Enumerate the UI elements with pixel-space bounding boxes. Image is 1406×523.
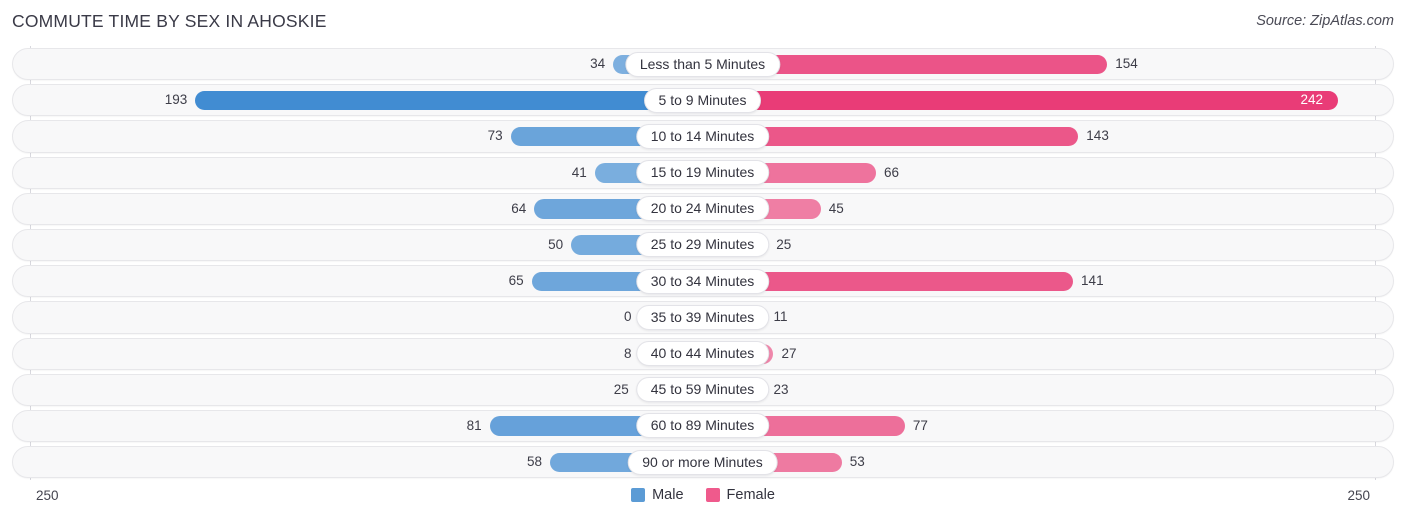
bar-wrapper: 81 77 60 to 89 Minutes bbox=[30, 408, 1375, 444]
bar-wrapper: 64 45 20 to 24 Minutes bbox=[30, 191, 1375, 227]
legend: Male Female bbox=[0, 487, 1406, 503]
chart-row[interactable]: 50 25 25 to 29 Minutes bbox=[0, 227, 1406, 263]
page-title: COMMUTE TIME BY SEX IN AHOSKIE bbox=[12, 11, 327, 31]
chart-row[interactable]: 193 242 5 to 9 Minutes bbox=[0, 82, 1406, 118]
chart-header: COMMUTE TIME BY SEX IN AHOSKIE Source: Z… bbox=[0, 0, 1406, 46]
legend-item-female[interactable]: Female bbox=[705, 487, 775, 503]
legend-label-female: Female bbox=[726, 487, 775, 503]
category-label[interactable]: 25 to 29 Minutes bbox=[635, 232, 770, 258]
category-label[interactable]: 15 to 19 Minutes bbox=[635, 160, 770, 186]
legend-item-male[interactable]: Male bbox=[631, 487, 684, 503]
category-label[interactable]: 5 to 9 Minutes bbox=[643, 87, 762, 113]
bar-value-male: 193 bbox=[164, 92, 188, 108]
legend-swatch-female-icon bbox=[705, 488, 720, 502]
bar-value-male: 41 bbox=[571, 164, 587, 180]
bar-value-female: 77 bbox=[912, 417, 928, 433]
bar-value-male: 73 bbox=[487, 128, 503, 144]
chart-row[interactable]: 8 27 40 to 44 Minutes bbox=[0, 336, 1406, 372]
category-label[interactable]: 20 to 24 Minutes bbox=[635, 196, 770, 222]
bar-value-female: 53 bbox=[849, 454, 865, 470]
bar-value-female: 23 bbox=[773, 381, 789, 397]
bar-wrapper: 34 154 Less than 5 Minutes bbox=[30, 46, 1375, 82]
chart-footer: 250 250 Male Female bbox=[0, 480, 1406, 523]
bar-value-male: 25 bbox=[613, 381, 629, 397]
bar-wrapper: 65 141 30 to 34 Minutes bbox=[30, 263, 1375, 299]
chart-row[interactable]: 41 66 15 to 19 Minutes bbox=[0, 155, 1406, 191]
bar-wrapper: 50 25 25 to 29 Minutes bbox=[30, 227, 1375, 263]
category-label[interactable]: 45 to 59 Minutes bbox=[635, 377, 770, 403]
category-label[interactable]: 60 to 89 Minutes bbox=[635, 413, 770, 439]
bar-value-female: 242 bbox=[1300, 92, 1323, 108]
bar-wrapper: 58 53 90 or more Minutes bbox=[30, 444, 1375, 480]
bar-value-female: 141 bbox=[1081, 273, 1104, 289]
bar-value-male: 65 bbox=[508, 273, 524, 289]
bar-value-male: 81 bbox=[466, 417, 482, 433]
bar-value-male: 34 bbox=[590, 56, 606, 71]
category-label[interactable]: 10 to 14 Minutes bbox=[635, 123, 770, 149]
category-label[interactable]: 35 to 39 Minutes bbox=[635, 304, 770, 330]
bar-wrapper: 41 66 15 to 19 Minutes bbox=[30, 155, 1375, 191]
chart-row[interactable]: 34 154 Less than 5 Minutes bbox=[0, 46, 1406, 82]
bar-wrapper: 73 143 10 to 14 Minutes bbox=[30, 118, 1375, 154]
category-label[interactable]: 90 or more Minutes bbox=[627, 449, 778, 475]
chart-row[interactable]: 65 141 30 to 34 Minutes bbox=[0, 263, 1406, 299]
chart-row[interactable]: 64 45 20 to 24 Minutes bbox=[0, 191, 1406, 227]
bar-wrapper: 8 27 40 to 44 Minutes bbox=[30, 336, 1375, 372]
chart-row[interactable]: 25 23 45 to 59 Minutes bbox=[0, 372, 1406, 408]
source-attribution: Source: ZipAtlas.com bbox=[1256, 13, 1394, 29]
bar-value-female: 66 bbox=[883, 164, 899, 180]
legend-label-male: Male bbox=[652, 487, 684, 503]
plot-area: 34 154 Less than 5 Minutes 193 242 5 to 9 Min… bbox=[0, 46, 1406, 480]
bar-value-female: 27 bbox=[781, 345, 797, 361]
category-label[interactable]: 40 to 44 Minutes bbox=[635, 341, 770, 366]
bar-wrapper: 0 11 35 to 39 Minutes bbox=[30, 299, 1375, 335]
chart-row[interactable]: 58 53 90 or more Minutes bbox=[0, 444, 1406, 480]
bar-value-male: 64 bbox=[511, 200, 527, 216]
bar-value-male: 58 bbox=[527, 454, 543, 470]
bar-female[interactable] bbox=[702, 90, 1339, 111]
bar-value-male: 8 bbox=[623, 345, 632, 361]
bar-male[interactable] bbox=[195, 90, 703, 111]
bar-wrapper: 193 242 5 to 9 Minutes bbox=[30, 82, 1375, 118]
category-label[interactable]: Less than 5 Minutes bbox=[624, 51, 781, 77]
bar-value-male: 50 bbox=[548, 236, 564, 252]
chart-row[interactable]: 0 11 35 to 39 Minutes bbox=[0, 299, 1406, 335]
bar-value-female: 11 bbox=[773, 309, 788, 325]
bar-wrapper: 25 23 45 to 59 Minutes bbox=[30, 372, 1375, 408]
category-label[interactable]: 30 to 34 Minutes bbox=[635, 268, 770, 294]
bar-value-female: 45 bbox=[828, 200, 844, 216]
bar-value-female: 143 bbox=[1086, 128, 1109, 144]
chart-row[interactable]: 81 77 60 to 89 Minutes bbox=[0, 408, 1406, 444]
legend-swatch-male-icon bbox=[631, 488, 646, 502]
bar-value-male: 0 bbox=[623, 309, 632, 325]
chart-container: COMMUTE TIME BY SEX IN AHOSKIE Source: Z… bbox=[0, 0, 1406, 523]
chart-row[interactable]: 73 143 10 to 14 Minutes bbox=[0, 118, 1406, 154]
bar-value-female: 154 bbox=[1115, 56, 1138, 71]
bar-value-female: 25 bbox=[776, 236, 792, 252]
